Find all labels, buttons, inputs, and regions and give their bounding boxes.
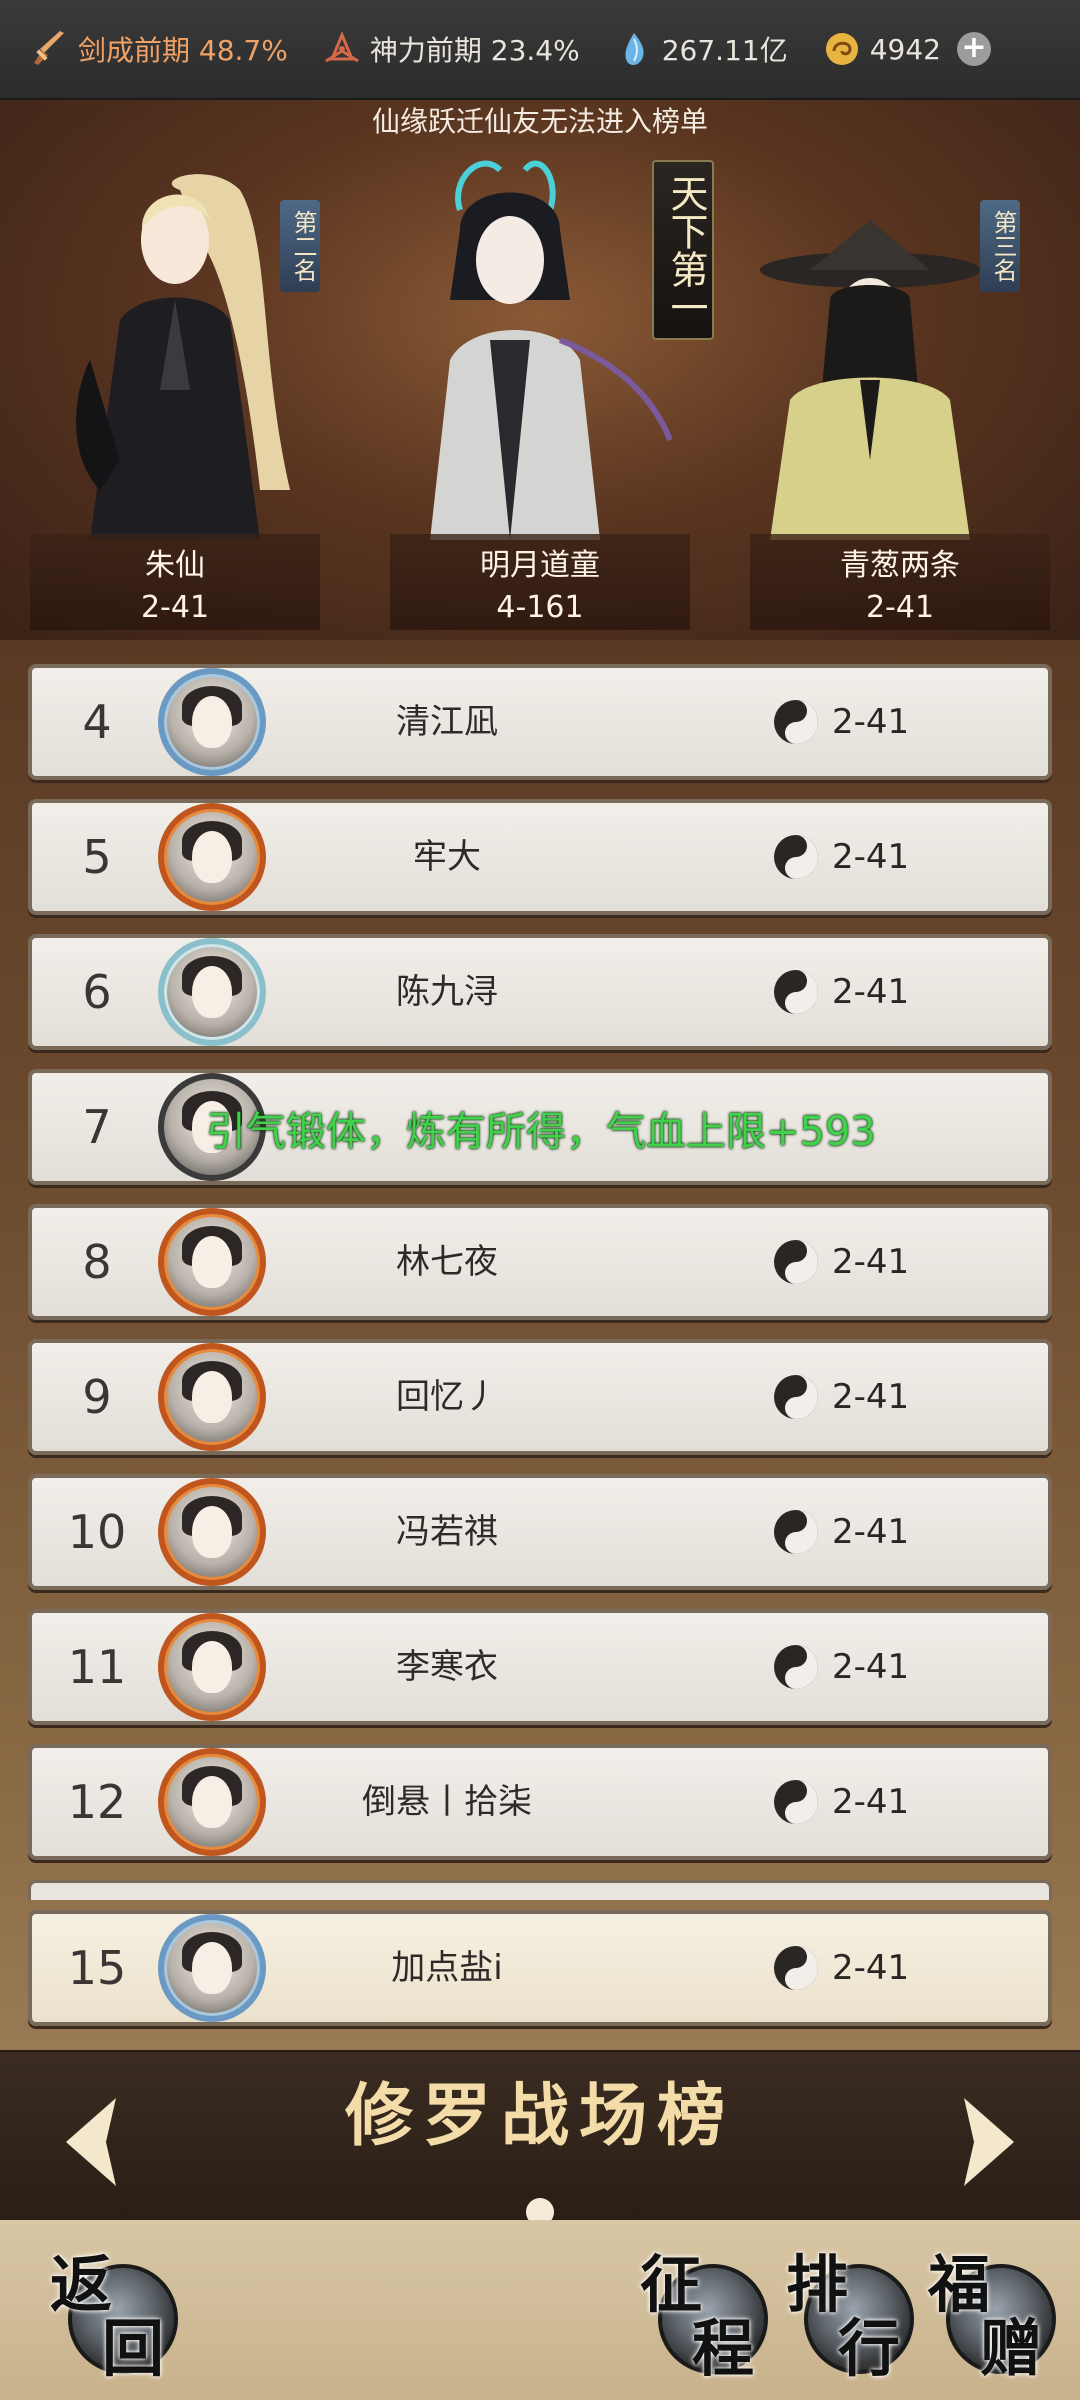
bottom-nav: 返 回 征 程 排 行 福 赠 <box>0 2220 1080 2400</box>
rank-number: 6 <box>82 965 112 1019</box>
my-rank-name: 加点盐i <box>391 1948 503 1988</box>
player-avatar[interactable] <box>158 1478 266 1586</box>
rank-2-plate: 朱仙 2-41 <box>30 534 320 630</box>
coin-stat[interactable]: 4942 <box>822 29 941 69</box>
rank-3-score: 2-41 <box>865 590 935 625</box>
rank-3-name: 青葱两条 <box>840 548 960 583</box>
add-currency-button[interactable]: + <box>956 32 991 66</box>
player-score: 2-41 <box>832 1782 910 1822</box>
player-name: 李寒衣 <box>396 1647 498 1687</box>
player-score: 2-41 <box>832 1377 910 1417</box>
taiji-icon <box>774 1780 818 1824</box>
divine-power-stat[interactable]: 神力前期 23.4% <box>322 29 580 69</box>
cultivation-text: 剑成前期 48.7% <box>78 34 288 67</box>
rank-2-score: 2-41 <box>140 590 210 625</box>
partial-row <box>28 1880 1052 1900</box>
rank-number: 4 <box>82 695 112 749</box>
resource-bar: 剑成前期 48.7% 神力前期 23.4% 267.11亿 4942 + <box>0 0 1080 100</box>
rank-3-tag: 第三名 <box>980 200 1020 292</box>
taiji-icon <box>774 1946 818 1990</box>
rank-1-plate: 明月道童 4-161 <box>390 534 690 630</box>
player-name: 林七夜 <box>396 1242 498 1282</box>
player-avatar[interactable] <box>158 1208 266 1316</box>
table-row[interactable]: 9 回忆丿 2-41 <box>28 1339 1052 1455</box>
table-row[interactable]: 12 倒悬丨拾柒 2-41 <box>28 1744 1052 1860</box>
taiji-icon <box>774 1510 818 1554</box>
taiji-icon <box>774 1645 818 1689</box>
my-rank-row[interactable]: 15 加点盐i 2-41 <box>28 1910 1052 2026</box>
rank-2-tag: 第二名 <box>280 200 320 292</box>
player-name: 陈九浔 <box>396 972 498 1012</box>
spirit-stone-stat[interactable]: 267.11亿 <box>614 29 788 69</box>
sword-icon <box>30 29 70 69</box>
player-avatar[interactable] <box>158 1748 266 1856</box>
my-avatar[interactable] <box>158 1914 266 2022</box>
cultivation-toast: 引气锻体，炼有所得，气血上限+593 <box>206 1109 876 1155</box>
divine-power-text: 神力前期 23.4% <box>369 34 580 67</box>
ranking-notice: 仙缘跃迁仙友无法进入榜单 <box>371 105 708 138</box>
rank-1-score: 4-161 <box>496 590 584 625</box>
taiji-icon <box>774 700 818 744</box>
table-row[interactable]: 5 牢大 2-41 <box>28 799 1052 915</box>
taiji-icon <box>774 1375 818 1419</box>
player-score: 2-41 <box>832 1647 910 1687</box>
rank-1-tag: 天下第一 <box>652 160 714 340</box>
table-row[interactable]: 4 清江凪 2-41 <box>28 664 1052 780</box>
taiji-icon <box>774 970 818 1014</box>
player-score: 2-41 <box>832 972 910 1012</box>
taiji-icon <box>774 835 818 879</box>
player-avatar[interactable] <box>158 1343 266 1451</box>
coin-text: 4942 <box>869 32 941 66</box>
prev-board-arrow-icon[interactable] <box>56 2092 126 2192</box>
player-avatar[interactable] <box>158 668 266 776</box>
rank-number: 11 <box>67 1640 127 1694</box>
player-name: 清江凪 <box>396 702 498 742</box>
board-title: 修罗战场榜 <box>344 2076 735 2156</box>
back-button[interactable]: 返 回 <box>50 2234 180 2385</box>
player-score: 2-41 <box>832 702 910 742</box>
player-score: 2-41 <box>832 1242 910 1282</box>
table-row[interactable]: 8 林七夜 2-41 <box>28 1204 1052 1320</box>
board-switcher: 修罗战场榜 <box>0 2052 1080 2226</box>
my-rank-score: 2-41 <box>832 1948 910 1988</box>
player-score: 2-41 <box>832 1512 910 1552</box>
lotus-icon <box>322 29 362 69</box>
player-name: 冯若祺 <box>396 1512 498 1552</box>
rank-number: 7 <box>82 1100 112 1154</box>
rank-2-portrait <box>76 174 290 540</box>
next-board-arrow-icon[interactable] <box>954 2092 1024 2192</box>
journey-button[interactable]: 征 程 <box>640 2234 770 2385</box>
rank-number: 9 <box>82 1370 112 1424</box>
gift-button[interactable]: 福 赠 <box>928 2234 1058 2385</box>
player-name: 回忆丿 <box>396 1377 498 1417</box>
rank-number: 12 <box>67 1775 127 1829</box>
rank-number: 5 <box>82 830 112 884</box>
rank-3-plate: 青葱两条 2-41 <box>750 534 1050 630</box>
player-avatar[interactable] <box>158 1613 266 1721</box>
my-rank-number: 15 <box>67 1941 127 1995</box>
rank-3-hero[interactable]: 第三名 青葱两条 2-41 <box>750 160 1050 630</box>
player-avatar[interactable] <box>158 938 266 1046</box>
taiji-icon <box>774 1240 818 1284</box>
cultivation-stat[interactable]: 剑成前期 48.7% <box>30 29 288 69</box>
spirit-stone-text: 267.11亿 <box>661 34 788 67</box>
top-three-podium: 仙缘跃迁仙友无法进入榜单 第二名 朱仙 2-41 天下第一 明月道童 4-161… <box>0 100 1080 640</box>
player-avatar[interactable] <box>158 803 266 911</box>
player-score: 2-41 <box>832 837 910 877</box>
player-name: 牢大 <box>413 837 481 877</box>
table-row[interactable]: 10 冯若祺 2-41 <box>28 1474 1052 1590</box>
rank-2-name: 朱仙 <box>145 548 205 583</box>
rank-1-hero[interactable]: 天下第一 明月道童 4-161 <box>390 140 714 630</box>
rank-2-hero[interactable]: 第二名 朱仙 2-41 <box>30 160 320 630</box>
rank-number: 8 <box>82 1235 112 1289</box>
ranking-nav-button[interactable]: 排 行 <box>786 2234 916 2385</box>
coin-icon <box>822 29 862 69</box>
player-name: 倒悬丨拾柒 <box>362 1782 532 1822</box>
rank-1-portrait <box>430 160 673 540</box>
table-row[interactable]: 11 李寒衣 2-41 <box>28 1609 1052 1725</box>
rank-number: 10 <box>67 1505 127 1559</box>
rank-1-name: 明月道童 <box>480 548 600 583</box>
crystal-icon <box>614 29 654 69</box>
table-row[interactable]: 6 陈九浔 2-41 <box>28 934 1052 1050</box>
